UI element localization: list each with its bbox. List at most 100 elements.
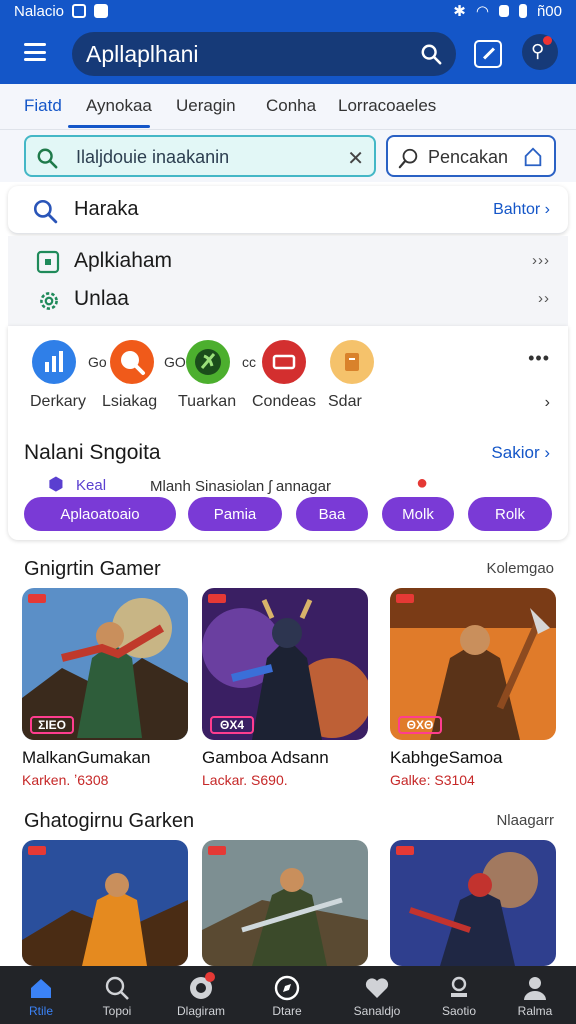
tab-3[interactable]: Conha: [266, 96, 316, 116]
app-label: Sdar: [328, 393, 362, 410]
nav-label: Topoi: [102, 1004, 132, 1018]
status-carrier: Nalacio: [14, 2, 65, 20]
tab-bar: Fiatd Aynokaa Ueragin Conha Lorracoaeles: [0, 84, 576, 130]
game-artwork: [202, 840, 368, 966]
battery-icon: [518, 4, 527, 18]
leaf-icon: [195, 349, 221, 375]
games-section-more[interactable]: Nlaagarr: [496, 812, 554, 829]
app-header: Apllaplhani ⚲: [0, 22, 576, 84]
game-artwork: [390, 840, 556, 966]
promo-text: Mlanh Sinasiolan ʃ annagar: [150, 478, 331, 495]
tab-4[interactable]: Lorracoaeles: [338, 96, 436, 116]
games-section-more[interactable]: Kolemgao: [486, 560, 554, 577]
edit-icon[interactable]: [474, 40, 502, 68]
section-more-link[interactable]: Sakior ›: [491, 443, 550, 463]
category-chip[interactable]: Rolk: [468, 497, 552, 531]
category-chip[interactable]: Pamia: [188, 497, 282, 531]
puzzle-icon: ⬢: [48, 474, 64, 494]
badge-icon: [272, 354, 296, 370]
magnifier-icon: [121, 351, 145, 375]
app-title: Apllaplhani: [86, 41, 199, 67]
tab-1[interactable]: Aynokaa: [86, 96, 152, 116]
game-meta: Galke: S3104: [390, 772, 475, 788]
game-card[interactable]: ΘΧΘ KabhgeSamoa Galke: S3104: [390, 588, 556, 788]
game-cover-image: [202, 840, 368, 966]
game-title: KabhgeSamoa: [390, 748, 503, 767]
clear-icon[interactable]: ✕: [347, 146, 364, 171]
bottom-navigation: Rtile Topoi Dlagiram Dtare Sanaldjo Saot…: [0, 966, 576, 1024]
menu-item-apps[interactable]: Aplkiaham ›››: [8, 242, 568, 282]
promo-label: Keal: [76, 477, 107, 494]
more-options-icon[interactable]: •••: [528, 348, 550, 369]
game-artwork: ΘΧΘ: [390, 588, 556, 740]
nav-label: Saotio: [441, 1004, 477, 1018]
search-row: Ilaljdouie inaakanin ✕ Pencakan: [0, 130, 576, 182]
profile-button[interactable]: ⚲: [522, 34, 558, 70]
game-cover-image: [22, 840, 188, 966]
search-icon: [398, 148, 418, 169]
share-icon[interactable]: [522, 146, 544, 168]
search-icon: [33, 199, 58, 224]
secondary-search-button[interactable]: Pencakan: [386, 135, 556, 177]
game-rating-badge: [208, 594, 226, 603]
game-card[interactable]: ΣΙΕΟ MalkanGumakan Karken. ʼ6308: [22, 588, 188, 788]
nav-item-favorites[interactable]: Sanaldjo: [336, 966, 418, 1024]
section-title: Nalani Sngoita: [24, 441, 161, 464]
document-icon: [345, 353, 359, 371]
notification-dot: [543, 36, 552, 45]
game-card[interactable]: [390, 840, 556, 966]
nav-label: Rtile: [28, 1004, 53, 1018]
category-chip[interactable]: Baa: [296, 497, 368, 531]
search-icon[interactable]: [420, 43, 442, 65]
stack-icon: [451, 976, 467, 997]
nav-item-store[interactable]: Dtare: [246, 966, 328, 1024]
nav-item-profile[interactable]: Ralma: [494, 966, 576, 1024]
nav-item-search[interactable]: Topoi: [76, 966, 158, 1024]
nav-item-messages[interactable]: Dlagiram: [160, 966, 242, 1024]
game-artwork: [22, 840, 188, 966]
search-input[interactable]: Ilaljdouie inaakanin ✕: [24, 135, 376, 177]
tab-2[interactable]: Ueragin: [176, 96, 236, 116]
app-icon-0[interactable]: [32, 340, 76, 384]
nav-item-home[interactable]: Rtile: [0, 966, 82, 1024]
apps-card: Derkary Go Lsiakag GO Tuarkan cc Condeas…: [8, 326, 568, 540]
chevron-right-icon[interactable]: ›: [545, 394, 550, 412]
tab-0[interactable]: Fiatd: [24, 96, 62, 116]
nav-label: Sanaldjo: [353, 1004, 401, 1018]
notification-badge: [205, 972, 215, 982]
hamburger-menu-icon[interactable]: [24, 43, 46, 61]
games-section-title: Gnigrtin Gamer: [24, 558, 161, 580]
nav-label: Dtare: [272, 1004, 302, 1018]
app-icon-3[interactable]: [262, 340, 306, 384]
quick-row-more-link[interactable]: Bahtor ›: [493, 201, 550, 219]
game-rating-badge: [28, 846, 46, 855]
menu-item-settings[interactable]: Unlaa ››: [8, 280, 568, 320]
quick-search-row[interactable]: Haraka Bahtor ›: [8, 186, 568, 234]
promo-row: ⬢ Keal Mlanh Sinasiolan ʃ annagar ●: [24, 472, 554, 498]
search-icon: [37, 148, 58, 169]
game-card[interactable]: ΘΧ4 Gamboa Adsann Lackar. S690.: [202, 588, 368, 788]
game-card[interactable]: [22, 840, 188, 966]
app-icon-4[interactable]: [330, 340, 374, 384]
category-chip[interactable]: Aplaoatoaio: [24, 497, 176, 531]
game-artwork: ΣΙΕΟ: [22, 588, 188, 740]
game-logo: ΘΧ4: [210, 716, 254, 734]
nav-item-library[interactable]: Saotio: [418, 966, 500, 1024]
category-chip[interactable]: Molk: [382, 497, 454, 531]
game-card[interactable]: [202, 840, 368, 966]
app-square-icon: [36, 250, 60, 274]
game-rating-badge: [208, 846, 226, 855]
game-rating-badge: [396, 594, 414, 603]
app-prefix: GO: [164, 354, 186, 370]
compass-icon: [274, 975, 300, 1001]
menu-item-label: Unlaa: [74, 287, 129, 310]
header-search-bar[interactable]: Apllaplhani: [72, 32, 456, 76]
app-icon-2[interactable]: [186, 340, 230, 384]
app-icon-1[interactable]: [110, 340, 154, 384]
person-icon: ⚲: [531, 41, 545, 61]
menu-item-label: Aplkiaham: [74, 249, 173, 272]
wifi-icon: ◠: [475, 3, 489, 20]
app-prefix: Go: [88, 354, 107, 370]
game-meta: Lackar. S690.: [202, 772, 288, 788]
app-label: Lsiakag: [102, 393, 158, 410]
